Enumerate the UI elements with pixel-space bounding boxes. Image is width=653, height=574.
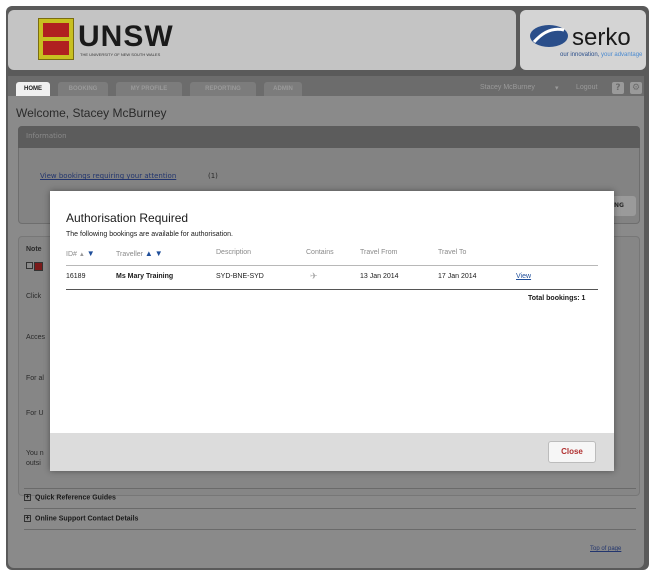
- help-icon[interactable]: ?: [612, 82, 624, 94]
- accordion-online-support[interactable]: + Online Support Contact Details: [24, 515, 138, 522]
- notes-text-line: For al: [26, 375, 44, 382]
- information-panel-header: Information: [18, 126, 640, 148]
- booking-description: SYD-BNE-SYD: [216, 273, 264, 280]
- unsw-crest-logo: [38, 18, 74, 60]
- column-header-traveller[interactable]: Traveller ▲ ▼: [116, 249, 163, 258]
- accordion-quick-reference[interactable]: + Quick Reference Guides: [24, 494, 116, 501]
- attention-count: (1): [208, 172, 218, 180]
- plane-icon: ✈: [310, 271, 318, 281]
- sort-desc-icon: ▼: [154, 249, 163, 258]
- notes-text-line: Click: [26, 293, 42, 300]
- close-button[interactable]: Close: [548, 441, 596, 463]
- notes-collapse-icon[interactable]: [26, 262, 33, 269]
- notes-label: Note: [26, 246, 42, 253]
- table-footer-divider: [66, 289, 598, 290]
- column-header-id[interactable]: ID# ▲ ▼: [66, 249, 95, 258]
- user-menu-chevron-down-icon[interactable]: ▾: [555, 84, 559, 92]
- top-of-page-link[interactable]: Top of page: [590, 546, 621, 552]
- serko-logo-text: serko: [572, 24, 631, 51]
- column-header-travel-to: Travel To: [438, 249, 467, 256]
- unsw-logo-text: UNSW: [78, 20, 174, 53]
- booking-travel-from: 13 Jan 2014: [360, 273, 399, 280]
- notes-text-line: For U: [26, 410, 44, 417]
- divider: [24, 488, 636, 489]
- booking-traveller: Ms Mary Training: [116, 273, 174, 280]
- sort-asc-icon: ▲: [144, 249, 153, 258]
- notes-text-line: outsi: [26, 460, 41, 467]
- partial-button[interactable]: NG: [612, 196, 636, 216]
- logout-link[interactable]: Logout: [576, 84, 597, 91]
- booking-travel-to: 17 Jan 2014: [438, 273, 477, 280]
- modal-subtitle: The following bookings are available for…: [66, 231, 233, 238]
- modal-title: Authorisation Required: [66, 211, 189, 225]
- view-booking-link[interactable]: View: [516, 273, 531, 280]
- view-bookings-attention-link[interactable]: View bookings requiring your attention: [40, 172, 176, 180]
- expand-icon: +: [24, 515, 31, 522]
- column-header-contains: Contains: [306, 249, 334, 256]
- user-menu[interactable]: Stacey McBurney: [480, 84, 535, 91]
- total-bookings: Total bookings: 1: [528, 295, 586, 302]
- gear-icon[interactable]: ⚙: [630, 82, 642, 94]
- page-title: Welcome, Stacey McBurney: [16, 106, 167, 120]
- serko-tagline: our innovation, your advantage: [560, 52, 643, 58]
- sort-asc-icon: ▲: [78, 252, 85, 258]
- booking-id: 16189: [66, 273, 86, 280]
- divider: [24, 508, 636, 509]
- alert-icon: [34, 262, 43, 271]
- serko-swoosh-logo: [530, 25, 568, 47]
- column-header-description: Description: [216, 249, 252, 256]
- sort-desc-icon: ▼: [86, 249, 95, 258]
- authorisation-modal: Authorisation Required The following boo…: [50, 191, 614, 471]
- expand-icon: +: [24, 494, 31, 501]
- notes-text-line: Acces: [26, 334, 46, 341]
- modal-footer: [50, 433, 614, 471]
- notes-text-line: You n: [26, 450, 44, 457]
- unsw-logo-subtitle: THE UNIVERSITY OF NEW SOUTH WALES: [80, 52, 161, 57]
- table-header-divider: [66, 265, 598, 266]
- divider: [24, 529, 636, 530]
- column-header-travel-from: Travel From: [360, 249, 398, 256]
